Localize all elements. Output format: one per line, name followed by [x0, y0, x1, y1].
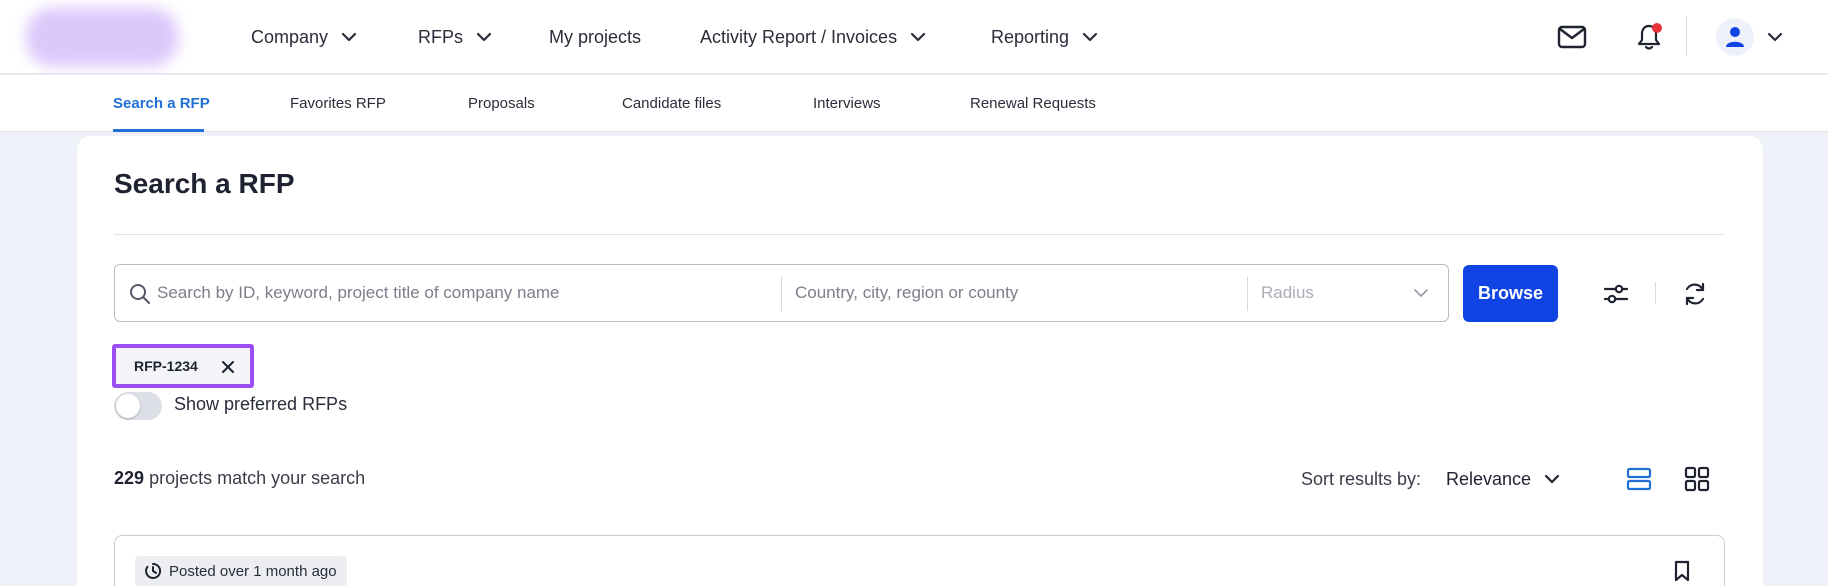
search-icon	[129, 283, 151, 305]
posted-text: Posted over 1 month ago	[169, 562, 337, 580]
nav-my-projects[interactable]: My projects	[549, 24, 641, 50]
tab-proposals[interactable]: Proposals	[468, 95, 535, 112]
close-icon[interactable]	[219, 358, 237, 376]
user-avatar-icon	[1726, 27, 1744, 47]
sub-navigation-tabs: Search a RFP Favorites RFP Proposals Can…	[0, 75, 1828, 132]
filter-chip-label: RFP-1234	[134, 358, 198, 374]
nav-rfps-label: RFPs	[418, 26, 463, 47]
nav-reporting[interactable]: Reporting	[991, 24, 1103, 50]
sort-label: Sort results by:	[1301, 469, 1422, 489]
filter-chip: RFP-1234	[112, 344, 254, 388]
search-bar: Radius	[114, 264, 1449, 322]
filters-sliders-icon[interactable]	[1600, 278, 1632, 310]
active-tab-indicator	[113, 129, 204, 132]
posted-badge: Posted over 1 month ago	[135, 556, 347, 586]
chevron-down-icon	[471, 24, 497, 50]
nav-activity-label: Activity Report / Invoices	[700, 26, 898, 47]
nav-reporting-label: Reporting	[991, 26, 1070, 47]
mail-icon[interactable]	[1555, 20, 1589, 54]
search-field-divider	[1247, 277, 1248, 311]
show-preferred-label: Show preferred RFPs	[174, 394, 348, 414]
browse-button[interactable]: Browse	[1463, 265, 1558, 322]
search-card	[77, 136, 1763, 586]
chevron-down-icon	[336, 24, 362, 50]
nav-divider	[1686, 16, 1687, 56]
radius-select[interactable]: Radius	[1261, 265, 1447, 321]
results-count: 229 projects match your search	[114, 468, 365, 489]
sort-select[interactable]: Relevance	[1446, 466, 1565, 492]
refresh-icon[interactable]	[1679, 278, 1711, 310]
nav-activity-report-invoices[interactable]: Activity Report / Invoices	[700, 24, 931, 50]
nav-rfps[interactable]: RFPs	[418, 24, 497, 50]
results-count-number: 229	[114, 468, 145, 488]
nav-company-label: Company	[251, 26, 329, 47]
location-input[interactable]	[795, 271, 1245, 315]
nav-my-projects-label: My projects	[549, 26, 642, 47]
toolbar-divider	[1655, 282, 1656, 304]
show-preferred-toggle[interactable]	[114, 392, 162, 420]
bookmark-icon[interactable]	[1670, 558, 1694, 584]
list-view-icon[interactable]	[1624, 464, 1654, 494]
sort-value: Relevance	[1446, 468, 1532, 489]
rfp-result-card[interactable]: Posted over 1 month ago	[114, 535, 1725, 586]
notification-bell-icon[interactable]	[1632, 20, 1666, 54]
chevron-down-icon	[1077, 24, 1103, 50]
keyword-search-input[interactable]	[157, 271, 767, 315]
user-menu-chevron-down-icon[interactable]	[1762, 24, 1788, 50]
tab-favorites-rfp[interactable]: Favorites RFP	[290, 95, 386, 112]
clock-icon	[143, 561, 163, 581]
page-title: Search a RFP	[114, 168, 295, 199]
top-navigation-bar: Company RFPs My projects Activity Report…	[0, 0, 1828, 74]
search-field-divider	[781, 277, 782, 311]
tab-search-a-rfp[interactable]: Search a RFP	[113, 95, 210, 112]
radius-placeholder: Radius	[1261, 283, 1314, 302]
grid-view-icon[interactable]	[1682, 464, 1712, 494]
chevron-down-icon	[1539, 466, 1565, 492]
company-logo[interactable]	[26, 8, 178, 66]
toggle-knob	[116, 394, 140, 418]
nav-company[interactable]: Company	[251, 24, 362, 50]
tab-candidate-files[interactable]: Candidate files	[622, 95, 721, 112]
chevron-down-icon	[1409, 281, 1433, 305]
chevron-down-icon	[905, 24, 931, 50]
user-avatar[interactable]	[1716, 18, 1754, 56]
tab-renewal-requests[interactable]: Renewal Requests	[970, 95, 1096, 112]
results-count-text: projects match your search	[149, 468, 366, 488]
title-divider	[114, 234, 1725, 235]
tab-interviews[interactable]: Interviews	[813, 95, 881, 112]
